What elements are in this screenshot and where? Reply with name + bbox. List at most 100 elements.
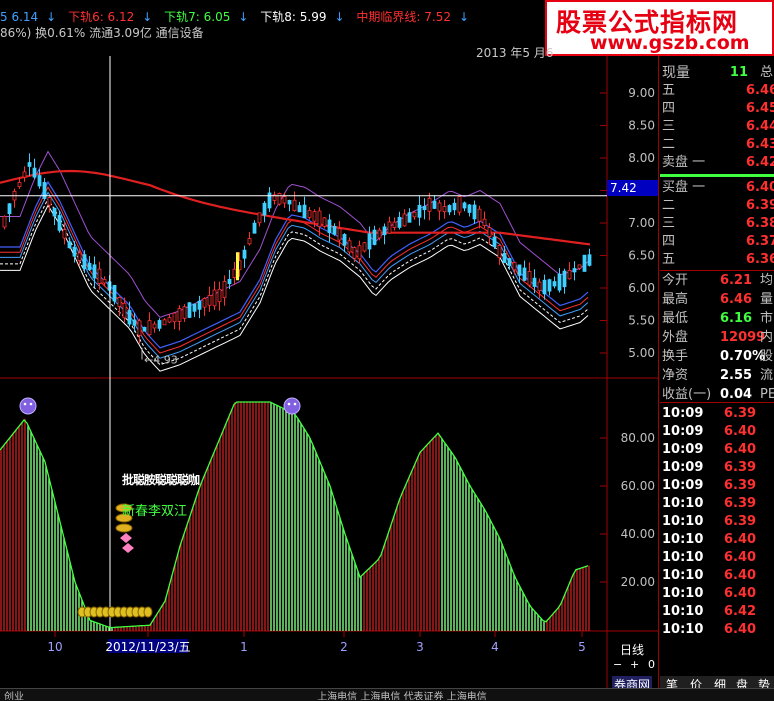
arrow-down-icon: ↓ <box>46 10 57 24</box>
bid-level-value: 6.40 <box>746 180 774 195</box>
price-axis-label: 7.00 <box>628 216 655 230</box>
stat-row-value: 6.21 <box>720 273 753 288</box>
kline-chart[interactable]: ←4.93 9.008.508.007.507.006.506.005.505.… <box>0 56 660 688</box>
stat-row-extra: 股 <box>760 349 774 364</box>
candle-body <box>282 196 287 204</box>
bid-level-value: 6.36 <box>746 252 774 267</box>
candle-body <box>7 203 12 215</box>
arrow-down-icon: ↓ <box>238 10 249 24</box>
bid-level-label: 五 <box>662 252 676 267</box>
period-label[interactable]: 日线 <box>620 641 644 658</box>
candle-body <box>372 229 377 245</box>
zoom-reset-icon[interactable]: 0 <box>648 658 655 671</box>
candle-body <box>292 199 297 212</box>
candle-body <box>322 217 327 227</box>
signal-coin-icon <box>143 606 153 618</box>
tick-price: 6.40 <box>724 424 757 439</box>
candle-body <box>127 310 132 325</box>
tick-row: 10:10 6.40 <box>660 549 774 567</box>
zoom-controls[interactable]: − + 0 <box>608 658 660 672</box>
candle-body <box>297 205 302 213</box>
candle-body <box>387 221 392 234</box>
price-axis-label: 6.50 <box>628 249 655 263</box>
stock-info-line: 86%) 换0.61% 流通3.09亿 通信设备 <box>0 26 204 40</box>
ask-level: 四 6.45 <box>660 100 774 118</box>
candle-body <box>567 269 572 280</box>
stat-row-extra: 内 <box>760 330 774 345</box>
tick-time: 10:09 <box>662 424 704 439</box>
indicator-1: 下轨6: 6.12 <box>68 10 135 24</box>
tick-row: 10:09 6.40 <box>660 423 774 441</box>
bid-level: 四 6.37 <box>660 233 774 251</box>
status-item[interactable]: 上海电信 <box>317 692 357 700</box>
status-item[interactable]: 上海电信 <box>447 692 487 700</box>
candle-body <box>277 193 282 205</box>
tick-row: 10:10 6.39 <box>660 513 774 531</box>
oscillator-panel <box>0 397 590 631</box>
indicator-4: 中期临界线: 7.52 <box>356 10 451 24</box>
candle-body <box>452 202 457 211</box>
tick-time: 10:10 <box>662 622 704 637</box>
ask-level-value: 6.44 <box>746 119 774 134</box>
stat-row-label: 外盘 <box>662 330 689 345</box>
tick-time: 10:09 <box>662 406 704 421</box>
osc-axis-label: 80.00 <box>621 431 655 445</box>
envelope-line <box>0 191 589 359</box>
candle-body <box>537 281 542 292</box>
stat-row-label: 净资 <box>662 368 689 383</box>
time-axis-label: 2012/11/23/五 <box>105 640 190 654</box>
candle-body <box>392 221 397 228</box>
candle-body <box>507 258 512 266</box>
candle-body <box>212 289 217 307</box>
envelope-line <box>0 197 589 366</box>
stat-row-label: 收益(一) <box>662 387 712 402</box>
candle-body <box>462 202 467 209</box>
price-axis-label: 6.00 <box>628 281 655 295</box>
candle-body <box>207 295 212 306</box>
tick-row: 10:10 6.40 <box>660 531 774 549</box>
candle-body <box>267 192 272 209</box>
candle-body <box>197 300 202 310</box>
status-item[interactable]: 代表证券 <box>404 692 444 700</box>
status-item[interactable]: 上海电信 <box>360 692 400 700</box>
overlay-scribble: 批聪胺聪聪聪咖 <box>122 473 200 487</box>
candle-body <box>587 254 592 266</box>
candle-body <box>327 219 332 233</box>
price-axis-label: 8.50 <box>628 119 655 133</box>
arrow-down-icon: ↓ <box>334 10 345 24</box>
stat-row-value: 2.55 <box>720 368 753 383</box>
indicator-0: 5 6.14 <box>0 10 39 24</box>
status-item[interactable]: 创业 <box>4 692 24 700</box>
tick-price: 6.39 <box>724 406 757 421</box>
tick-row: 10:09 6.39 <box>660 477 774 495</box>
tick-row: 10:10 6.40 <box>660 621 774 639</box>
price-axis-label: 5.50 <box>628 314 655 328</box>
candle-body <box>572 268 577 273</box>
candle-body <box>92 264 97 279</box>
tick-price: 6.40 <box>724 568 757 583</box>
candle-body <box>337 228 342 241</box>
candle-body <box>187 302 192 318</box>
zoom-out-icon[interactable]: − <box>613 658 622 671</box>
tick-price: 6.40 <box>724 622 757 637</box>
candle-body <box>427 197 432 212</box>
status-bar-items: 创业 上海电信 上海电信 代表证券 上海电信 <box>4 688 487 700</box>
stat-row-label: 换手 <box>662 349 689 364</box>
candle-body <box>202 298 207 308</box>
current-volume-label: 现量 <box>662 65 690 81</box>
candle-body <box>577 264 582 269</box>
face-eye <box>23 402 27 406</box>
candle-body <box>177 308 182 322</box>
candle-body <box>527 271 532 286</box>
candle-body <box>57 215 62 231</box>
candle-body <box>222 281 227 299</box>
candle-body <box>582 254 587 272</box>
ask-level-label: 卖盘 一 <box>662 155 706 170</box>
tick-row: 10:09 6.39 <box>660 459 774 477</box>
candle-body <box>302 204 307 219</box>
candle-body <box>47 197 52 206</box>
candle-body <box>162 319 167 326</box>
candle-body <box>487 227 492 237</box>
tick-row: 10:10 6.39 <box>660 495 774 513</box>
zoom-in-icon[interactable]: + <box>630 658 639 671</box>
